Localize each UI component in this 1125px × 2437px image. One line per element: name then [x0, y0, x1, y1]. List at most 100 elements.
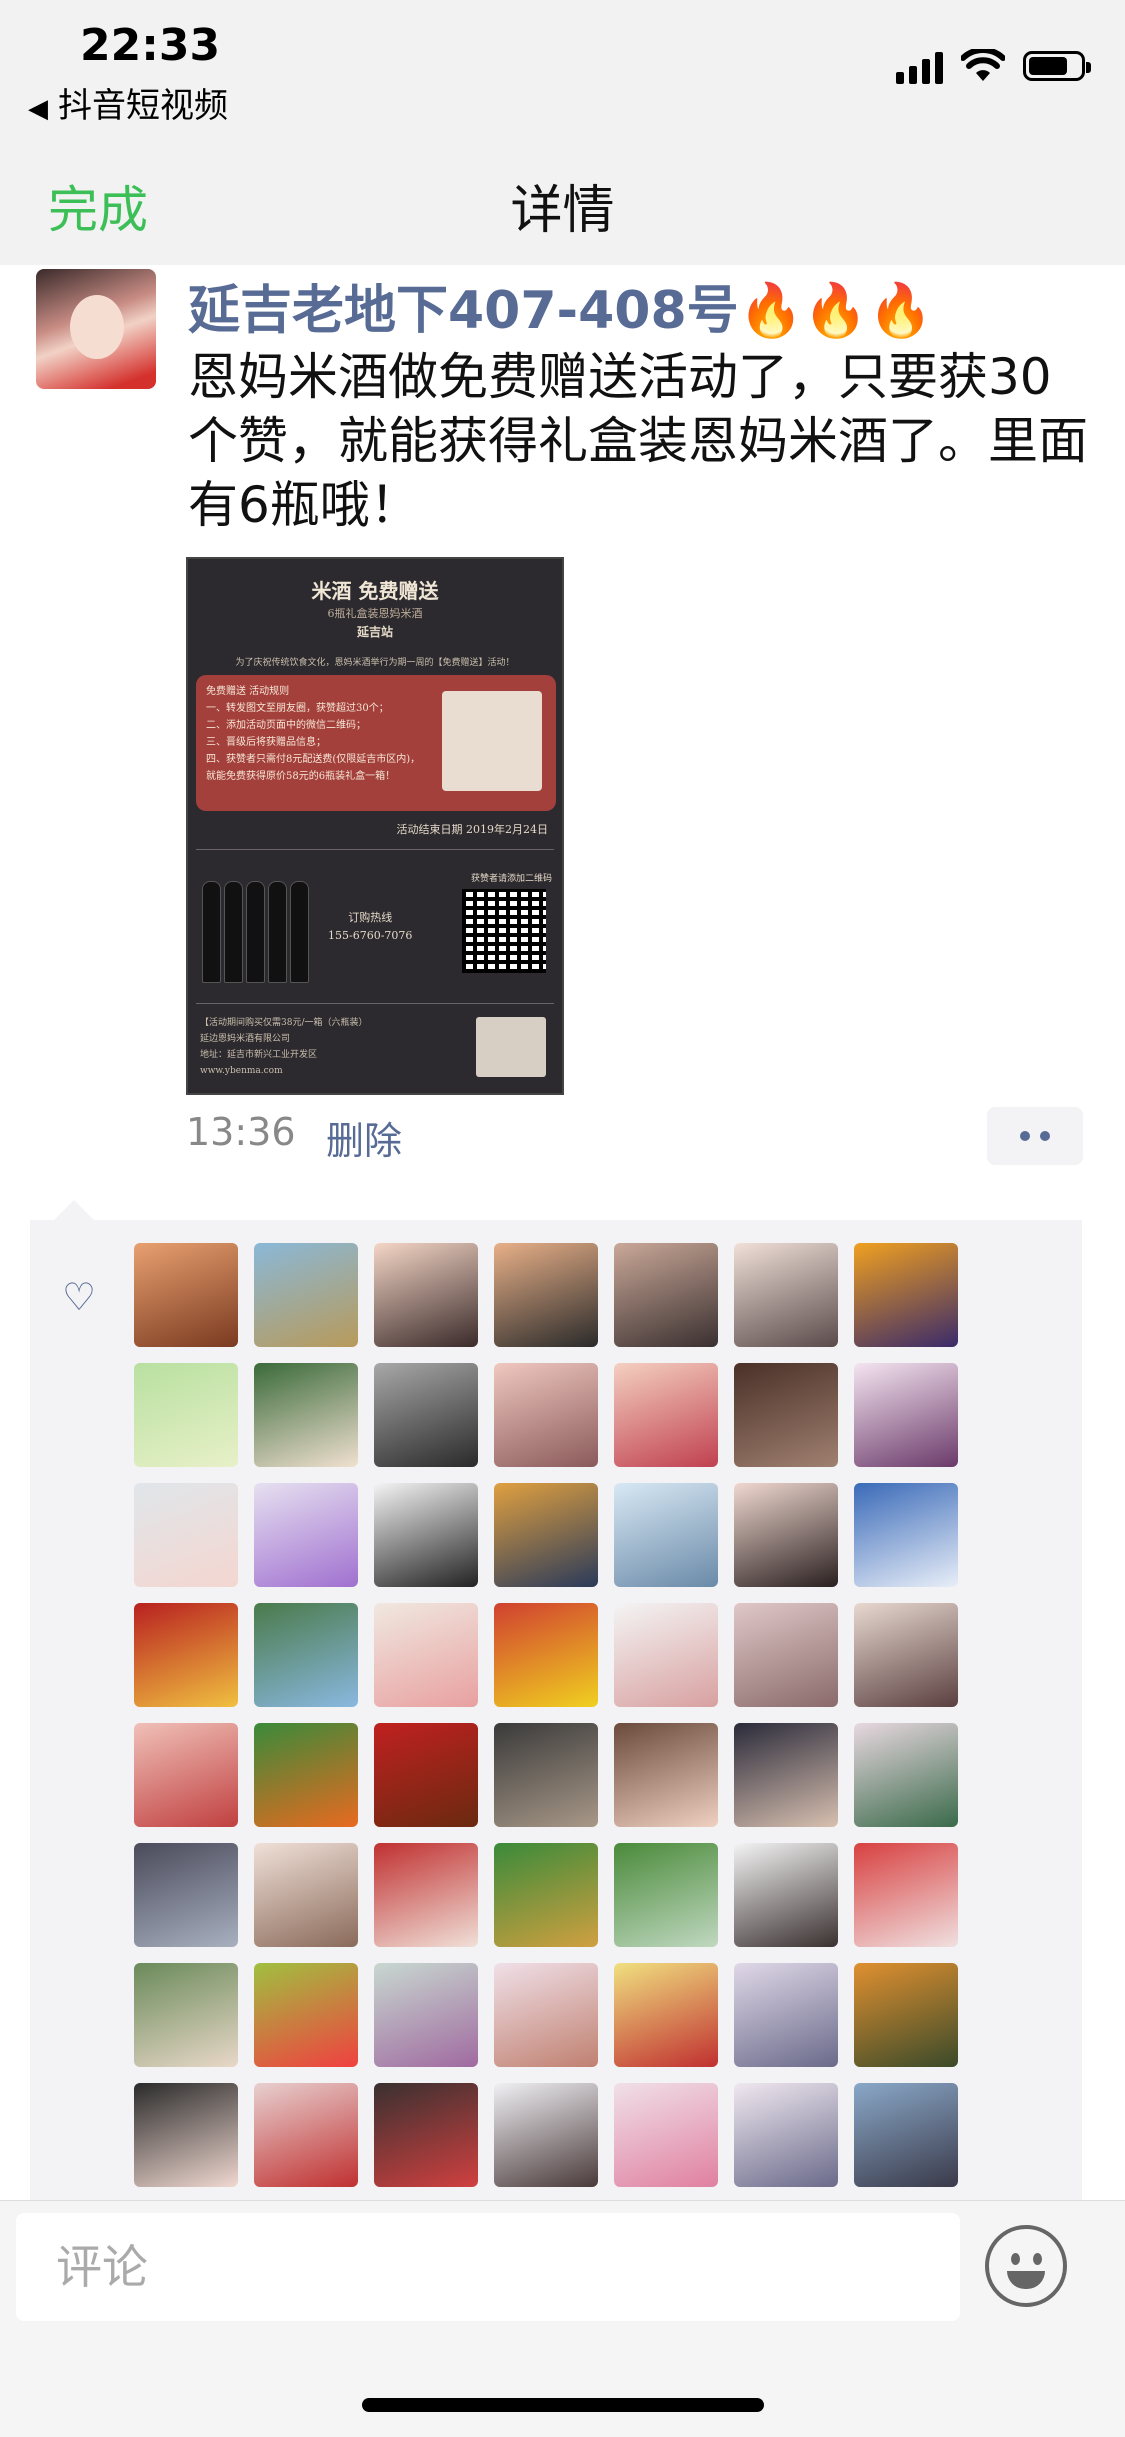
liker-avatar[interactable] [854, 1483, 958, 1587]
liker-avatar[interactable] [854, 1363, 958, 1467]
liker-avatar[interactable] [494, 1723, 598, 1827]
liker-avatar[interactable] [494, 1843, 598, 1947]
liker-avatar[interactable] [614, 1363, 718, 1467]
liker-avatar[interactable] [374, 1243, 478, 1347]
liker-avatar[interactable] [494, 1603, 598, 1707]
liker-avatar[interactable] [134, 1963, 238, 2067]
signal-icon [896, 48, 943, 84]
home-indicator [362, 2398, 764, 2412]
liker-avatar[interactable] [614, 1603, 718, 1707]
poster-store: 延吉站 [356, 625, 393, 639]
liker-avatar[interactable] [254, 1843, 358, 1947]
emoji-button[interactable] [985, 2225, 1067, 2307]
liker-avatar[interactable] [134, 1603, 238, 1707]
liker-avatar[interactable] [614, 1963, 718, 2067]
hotline-number: 155-6760-7076 [328, 929, 413, 942]
liker-avatar[interactable] [854, 1723, 958, 1827]
qr-code [462, 889, 546, 973]
liker-avatar[interactable] [254, 1483, 358, 1587]
liker-avatar[interactable] [374, 1843, 478, 1947]
liker-avatar[interactable] [134, 2083, 238, 2187]
liker-avatar[interactable] [374, 1483, 478, 1587]
liker-avatar[interactable] [254, 1603, 358, 1707]
more-options-button[interactable] [987, 1107, 1083, 1165]
liker-avatar[interactable] [494, 1963, 598, 2067]
liker-avatar[interactable] [734, 1243, 838, 1347]
liker-avatar[interactable] [254, 1723, 358, 1827]
liker-avatar[interactable] [134, 1723, 238, 1827]
liker-avatar[interactable] [734, 1723, 838, 1827]
liker-avatar[interactable] [614, 1723, 718, 1827]
poster-subtitle: 6瓶礼盒装恩妈米酒 [327, 607, 423, 620]
divider [196, 849, 554, 850]
liker-avatar[interactable] [374, 1963, 478, 2067]
liker-avatar[interactable] [494, 1363, 598, 1467]
likers-grid [134, 1243, 958, 2187]
bottles-image [202, 873, 312, 983]
poster-rules-panel: 免费赠送 活动规则 一、转发图文至朋友圈，获赞超过30个； 二、添加活动页面中的微信… [196, 675, 556, 811]
liker-avatar[interactable] [734, 1963, 838, 2067]
hotline-label: 订购热线 [348, 911, 393, 924]
poster-footer-line: 地址：延吉市新兴工业开发区 [200, 1050, 318, 1060]
poster-rule-line: 就能免费获得原价58元的6瓶装礼盒一箱！ [206, 771, 396, 782]
poster-rule-line: 二、添加活动页面中的微信二维码； [206, 720, 366, 731]
liker-avatar[interactable] [854, 2083, 958, 2187]
liker-avatar[interactable] [374, 1723, 478, 1827]
liker-avatar[interactable] [494, 1243, 598, 1347]
status-time: 22:33 [80, 20, 221, 71]
liker-avatar[interactable] [254, 2083, 358, 2187]
liker-avatar[interactable] [374, 2083, 478, 2187]
gift-box-image [442, 691, 542, 791]
poster-rule-line: 四、获赞者只需付8元配送费(仅限延吉市区内)， [206, 754, 421, 765]
liker-avatar[interactable] [734, 1603, 838, 1707]
liker-avatar[interactable] [254, 1363, 358, 1467]
likes-pointer [52, 1200, 96, 1222]
liker-avatar[interactable] [374, 1363, 478, 1467]
page-title: 详情 [510, 181, 615, 241]
liker-avatar[interactable] [374, 1603, 478, 1707]
liker-avatar[interactable] [254, 1963, 358, 2067]
post-image[interactable]: 米酒 免费赠送 6瓶礼盒装恩妈米酒 延吉站 为了庆祝传统饮食文化，恩妈米酒举行为… [186, 557, 564, 1095]
liker-avatar[interactable] [134, 1483, 238, 1587]
liker-avatar[interactable] [134, 1363, 238, 1467]
qr-label: 获赞者请添加二维码 [470, 874, 552, 884]
liker-avatar[interactable] [134, 1843, 238, 1947]
poster-rules: 免费赠送 活动规则 一、转发图文至朋友圈，获赞超过30个； 二、添加活动页面中的微信… [206, 683, 436, 785]
liker-avatar[interactable] [854, 1963, 958, 2067]
liker-avatar[interactable] [854, 1243, 958, 1347]
author-avatar[interactable] [36, 269, 156, 389]
gift-box-small-image [476, 1017, 546, 1077]
liker-avatar[interactable] [614, 1483, 718, 1587]
liker-avatar[interactable] [134, 1243, 238, 1347]
post-text: 恩妈米酒做免费赠送活动了，只要获30个赞，就能获得礼盒装恩妈米酒了。里面有6瓶哦… [188, 348, 1088, 534]
liker-avatar[interactable] [254, 1243, 358, 1347]
status-icons [896, 48, 1091, 84]
liker-avatar[interactable] [734, 1483, 838, 1587]
divider [196, 1003, 554, 1004]
author-name[interactable]: 延吉老地下407-408号🔥🔥🔥 [188, 268, 933, 343]
liker-avatar[interactable] [614, 1843, 718, 1947]
poster-footer-line: 【活动期间购买仅需38元/一箱（六瓶装） [200, 1018, 368, 1028]
wifi-icon [961, 49, 1005, 81]
liker-avatar[interactable] [614, 1243, 718, 1347]
back-to-app-link[interactable]: ◀ 抖音短视频 [28, 78, 228, 127]
liker-avatar[interactable] [494, 2083, 598, 2187]
liker-avatar[interactable] [614, 2083, 718, 2187]
post-time: 13:36 [186, 1110, 296, 1154]
comment-input[interactable] [16, 2213, 960, 2321]
liker-avatar[interactable] [734, 2083, 838, 2187]
heart-icon: ♡ [62, 1275, 97, 1319]
poster-footer-line: 延边恩妈米酒有限公司 [200, 1034, 291, 1044]
liker-avatar[interactable] [734, 1843, 838, 1947]
liker-avatar[interactable] [854, 1843, 958, 1947]
liker-avatar[interactable] [734, 1363, 838, 1467]
battery-icon [1023, 51, 1091, 81]
poster-footer: 【活动期间购买仅需38元/一箱（六瓶装） 延边恩妈米酒有限公司地址：延吉市新兴工业… [200, 1015, 460, 1079]
poster-rule-line: 免费赠送 活动规则 [206, 686, 290, 697]
liker-avatar[interactable] [494, 1483, 598, 1587]
back-arrow-icon: ◀ [28, 94, 48, 124]
poster-footer-line: www.ybenma.com [200, 1066, 283, 1076]
liker-avatar[interactable] [854, 1603, 958, 1707]
delete-button[interactable]: 删除 [326, 1110, 402, 1165]
emoji-icon [1011, 2253, 1020, 2265]
